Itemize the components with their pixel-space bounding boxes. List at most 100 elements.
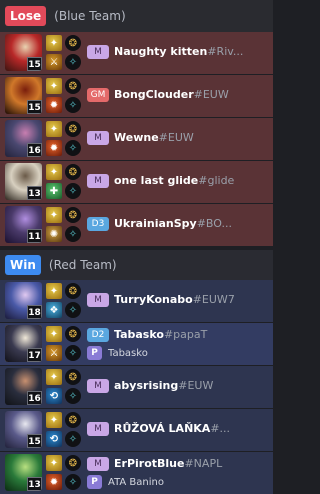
summoner-spells: ✦ ⚔ — [46, 35, 63, 73]
player-tag: #EUW7 — [192, 293, 235, 306]
player-row[interactable]: 15 ✦ ✹ ❂ ✧ GM BongClouder#EUW — [0, 75, 273, 117]
player-row[interactable]: 18 ✦ ❖ ❂ ✧ M TurryKonabo#EUW7 — [0, 280, 273, 322]
player-identity[interactable]: Tabasko#papaT — [114, 327, 269, 343]
player-name[interactable]: one last glide — [114, 174, 198, 187]
player-name[interactable]: Wewne — [114, 131, 159, 144]
champion-portrait-icon[interactable]: 16 — [5, 368, 42, 405]
champion-level: 15 — [27, 100, 42, 114]
ghost-spell-icon: ❖ — [46, 302, 62, 318]
champion-portrait-icon[interactable]: 18 — [5, 282, 42, 319]
player-name[interactable]: Tabasko — [114, 328, 164, 341]
team-name-blue: (Blue Team) — [54, 9, 126, 23]
player-identity[interactable]: Naughty kitten#Riv... — [114, 44, 269, 60]
rune-secondary-icon: ✧ — [65, 97, 81, 113]
player-identity[interactable]: one last glide#glide — [114, 173, 269, 189]
player-row[interactable]: 13 ✦ ✹ ❂ ✧ M ErPirotBlue#NAPL P ATA Banin… — [0, 452, 273, 494]
rank-badge: D2 — [87, 328, 109, 342]
runes: ❂ ✧ — [65, 207, 82, 245]
ignite-spell-icon: ✹ — [46, 97, 62, 113]
rune-secondary-icon: ✧ — [65, 302, 81, 318]
player-identity[interactable]: BongClouder#EUW — [114, 87, 269, 103]
rune-primary-icon: ❂ — [65, 121, 81, 137]
player-name[interactable]: UkrainianSpy — [114, 217, 197, 230]
champion-portrait-icon[interactable]: 15 — [5, 411, 42, 448]
rank-badge: D3 — [87, 217, 109, 231]
player-identity[interactable]: abysrising#EUW — [114, 378, 269, 394]
flash-spell-icon: ✦ — [46, 164, 62, 180]
player-name[interactable]: BongClouder — [114, 88, 194, 101]
player-name[interactable]: Naughty kitten — [114, 45, 207, 58]
player-row[interactable]: 17 ✦ ⚔ ❂ ✧ D2 Tabasko#papaT P Tabasko — [0, 323, 273, 365]
flash-spell-icon: ✦ — [46, 455, 62, 471]
player-identity[interactable]: Wewne#EUW — [114, 130, 269, 146]
player-row[interactable]: 15 ✦ ⚔ ❂ ✧ M Naughty kitten#Riv... — [0, 32, 273, 74]
team-red-players: 18 ✦ ❖ ❂ ✧ M TurryKonabo#EUW7 17 ✦ ⚔ ❂ ✧ D… — [0, 280, 273, 494]
rune-secondary-icon: ✧ — [65, 140, 81, 156]
rank-badge: M — [87, 422, 109, 436]
champion-portrait-icon[interactable]: 15 — [5, 34, 42, 71]
player-row[interactable]: 13 ✦ ✚ ❂ ✧ M one last glide#glide — [0, 161, 273, 203]
champion-level: 15 — [27, 434, 42, 448]
rune-primary-icon: ❂ — [65, 164, 81, 180]
teleport-spell-icon: ⟲ — [46, 388, 62, 404]
runes: ❂ ✧ — [65, 164, 82, 202]
rune-primary-icon: ❂ — [65, 78, 81, 94]
ignite-spell-icon: ✹ — [46, 474, 62, 490]
champion-portrait-icon[interactable]: 11 — [5, 206, 42, 243]
champion-portrait-icon[interactable]: 13 — [5, 163, 42, 200]
flash-spell-icon: ✦ — [46, 78, 62, 94]
player-row[interactable]: 16 ✦ ⟲ ❂ ✧ M abysrising#EUW — [0, 366, 273, 408]
champion-portrait-icon[interactable]: 15 — [5, 77, 42, 114]
team-blue-players: 15 ✦ ⚔ ❂ ✧ M Naughty kitten#Riv... 15 ✦ ✹ … — [0, 32, 273, 246]
player-identity[interactable]: ErPirotBlue#NAPL — [114, 456, 269, 472]
player-row[interactable]: 11 ✦ ✺ ❂ ✧ D3 UkrainianSpy#BO... — [0, 204, 273, 246]
rank-badge: M — [87, 45, 109, 59]
flash-spell-icon: ✦ — [46, 412, 62, 428]
party-name: Tabasko — [108, 347, 148, 359]
rune-secondary-icon: ✧ — [65, 474, 81, 490]
teleport-spell-icon: ⟲ — [46, 431, 62, 447]
result-badge-lose: Lose — [5, 6, 47, 26]
champion-level: 11 — [27, 229, 42, 243]
player-row[interactable]: 16 ✦ ✹ ❂ ✧ M Wewne#EUW — [0, 118, 273, 160]
runes: ❂ ✧ — [65, 35, 82, 73]
rank-badge: M — [87, 131, 109, 145]
flash-spell-icon: ✦ — [46, 121, 62, 137]
runes: ❂ ✧ — [65, 326, 82, 364]
party-info: P Tabasko — [87, 345, 269, 361]
flash-spell-icon: ✦ — [46, 283, 62, 299]
player-name[interactable]: RŮŽOVÁ LAŇKA — [114, 422, 210, 435]
party-name: ATA Banino — [108, 476, 164, 488]
player-name[interactable]: ErPirotBlue — [114, 457, 184, 470]
flash-spell-icon: ✦ — [46, 207, 62, 223]
flash-spell-icon: ✦ — [46, 35, 62, 51]
player-tag: #papaT — [163, 328, 208, 341]
rune-primary-icon: ❂ — [65, 369, 81, 385]
rune-secondary-icon: ✧ — [65, 345, 81, 361]
rune-primary-icon: ❂ — [65, 35, 81, 51]
summoner-spells: ✦ ✹ — [46, 78, 63, 116]
flash-spell-icon: ✦ — [46, 369, 62, 385]
player-identity[interactable]: RŮŽOVÁ LAŇKA#... — [114, 421, 269, 437]
champion-level: 15 — [27, 57, 42, 71]
player-identity[interactable]: TurryKonabo#EUW7 — [114, 292, 269, 308]
scoreboard: Lose (Blue Team) 15 ✦ ⚔ ❂ ✧ M Naughty kit… — [0, 0, 273, 494]
summoner-spells: ✦ ⟲ — [46, 412, 63, 450]
player-name[interactable]: TurryKonabo — [114, 293, 193, 306]
player-name[interactable]: abysrising — [114, 379, 178, 392]
champion-portrait-icon[interactable]: 17 — [5, 325, 42, 362]
champion-level: 13 — [27, 186, 42, 200]
player-tag: #glide — [198, 174, 235, 187]
party-info: P ATA Banino — [87, 474, 269, 490]
result-badge-win: Win — [5, 255, 41, 275]
rune-primary-icon: ❂ — [65, 412, 81, 428]
rank-badge: GM — [87, 88, 109, 102]
player-identity[interactable]: UkrainianSpy#BO... — [114, 216, 269, 232]
champion-portrait-icon[interactable]: 16 — [5, 120, 42, 157]
flash-spell-icon: ✦ — [46, 326, 62, 342]
champion-level: 13 — [27, 477, 42, 491]
runes: ❂ ✧ — [65, 78, 82, 116]
champion-portrait-icon[interactable]: 13 — [5, 454, 42, 491]
player-row[interactable]: 15 ✦ ⟲ ❂ ✧ M RŮŽOVÁ LAŇKA#... — [0, 409, 273, 451]
summoner-spells: ✦ ✹ — [46, 455, 63, 493]
